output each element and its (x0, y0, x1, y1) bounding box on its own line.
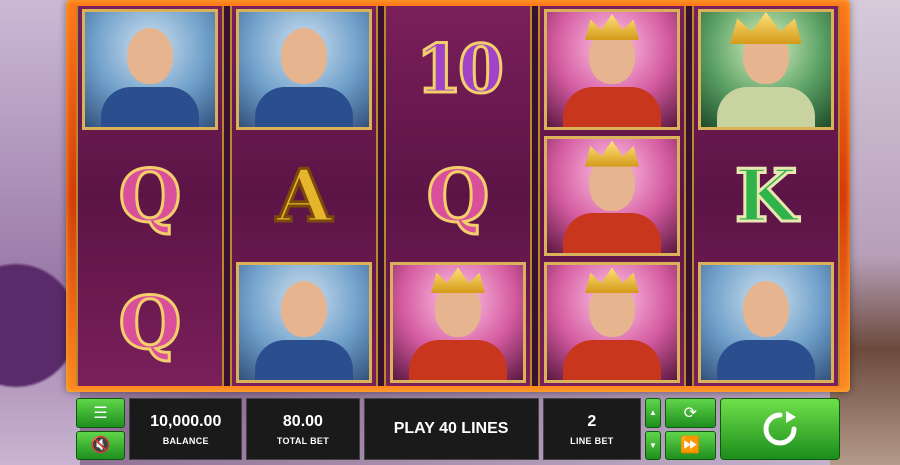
symbol-q: Q (78, 133, 222, 260)
monk-portrait (82, 9, 218, 130)
symbol-king (540, 6, 684, 133)
line-bet-label: LINE BET (570, 435, 614, 446)
play-lines-button[interactable]: PLAY 40 LINES (363, 398, 539, 460)
monk-head (743, 281, 789, 338)
menu-column: ☰ 🔇 (76, 398, 126, 460)
crown-icon (585, 267, 639, 294)
arrow-up-icon: ▲ (648, 408, 657, 418)
headdress-icon (730, 12, 802, 44)
line-bet-arrows: ▲ ▼ (645, 398, 661, 460)
monk-robe (254, 340, 354, 381)
fast-forward-button[interactable]: ⏩ (664, 430, 716, 460)
queen-portrait (698, 9, 834, 130)
king-robe (408, 340, 508, 381)
symbol-letter: Q (117, 279, 183, 365)
symbol-monk (232, 259, 376, 386)
symbol-king (386, 259, 530, 386)
symbol-letter: K (733, 153, 799, 238)
monk-head (281, 28, 327, 84)
arrow-down-icon: ▼ (648, 440, 657, 450)
symbol-k: K (694, 133, 838, 260)
symbol-monk (232, 6, 376, 133)
sound-button[interactable]: 🔇 (76, 430, 126, 460)
crown-icon (585, 14, 639, 40)
king-robe (562, 213, 662, 254)
queen-robe (716, 86, 816, 127)
monk-portrait (236, 262, 372, 384)
spin-icon (763, 411, 797, 446)
symbol-q: Q (78, 259, 222, 386)
symbol-10: 10 (386, 6, 530, 133)
monk-robe (254, 86, 354, 127)
symbol-monk (694, 259, 838, 386)
bet-down-button[interactable]: ▼ (645, 430, 661, 460)
play-lines-label: PLAY 40 LINES (393, 420, 509, 437)
symbol-king (540, 259, 684, 386)
reel-area: Q Q A 10 Q K (76, 6, 840, 386)
balance-label: BALANCE (162, 435, 209, 446)
monk-portrait (698, 262, 834, 384)
monk-head (127, 28, 173, 84)
spin-button[interactable] (719, 398, 840, 460)
menu-icon: ☰ (93, 404, 108, 422)
fast-forward-icon: ⏩ (680, 437, 701, 455)
symbol-letter: Q (425, 153, 491, 238)
crown-icon (585, 140, 639, 167)
monk-robe (100, 86, 200, 127)
balance-display: 10,000.00 BALANCE (129, 398, 243, 460)
total-bet-value: 80.00 (282, 412, 323, 430)
monk-portrait (236, 9, 372, 130)
reel-4 (538, 6, 686, 386)
symbol-king (540, 133, 684, 260)
reel-3: 10 Q (384, 6, 532, 386)
king-robe (562, 86, 662, 127)
auto-fast-column: ⟳ ⏩ (664, 398, 716, 460)
reel-5: K (692, 6, 840, 386)
monk-head (281, 281, 327, 338)
autoplay-icon: ⟳ (683, 404, 698, 422)
bet-up-button[interactable]: ▲ (645, 398, 661, 428)
symbol-queen (694, 6, 838, 133)
crown-icon (431, 267, 485, 294)
line-bet-display: 2 LINE BET (542, 398, 642, 460)
balance-value: 10,000.00 (150, 412, 222, 430)
symbol-letter: A (275, 153, 334, 238)
menu-button[interactable]: ☰ (76, 398, 126, 428)
total-bet-label: TOTAL BET (276, 435, 330, 446)
symbol-q: Q (386, 133, 530, 260)
total-bet-display: 80.00 TOTAL BET (246, 398, 360, 460)
symbol-monk (78, 6, 222, 133)
symbol-a: A (232, 133, 376, 260)
monk-robe (716, 340, 816, 381)
autoplay-button[interactable]: ⟳ (664, 398, 716, 428)
king-portrait (544, 135, 680, 257)
mute-icon: 🔇 (90, 437, 111, 455)
line-bet-value: 2 (587, 412, 597, 430)
king-robe (562, 340, 662, 381)
symbol-letter: 10 (415, 30, 506, 109)
control-bar: ☰ 🔇 10,000.00 BALANCE 80.00 TOTAL BET PL… (76, 398, 840, 460)
reel-2: A (230, 6, 378, 386)
reel-1: Q Q (76, 6, 224, 386)
king-portrait (390, 262, 526, 384)
symbol-letter: Q (117, 153, 183, 238)
king-portrait (544, 262, 680, 384)
king-portrait (544, 9, 680, 130)
